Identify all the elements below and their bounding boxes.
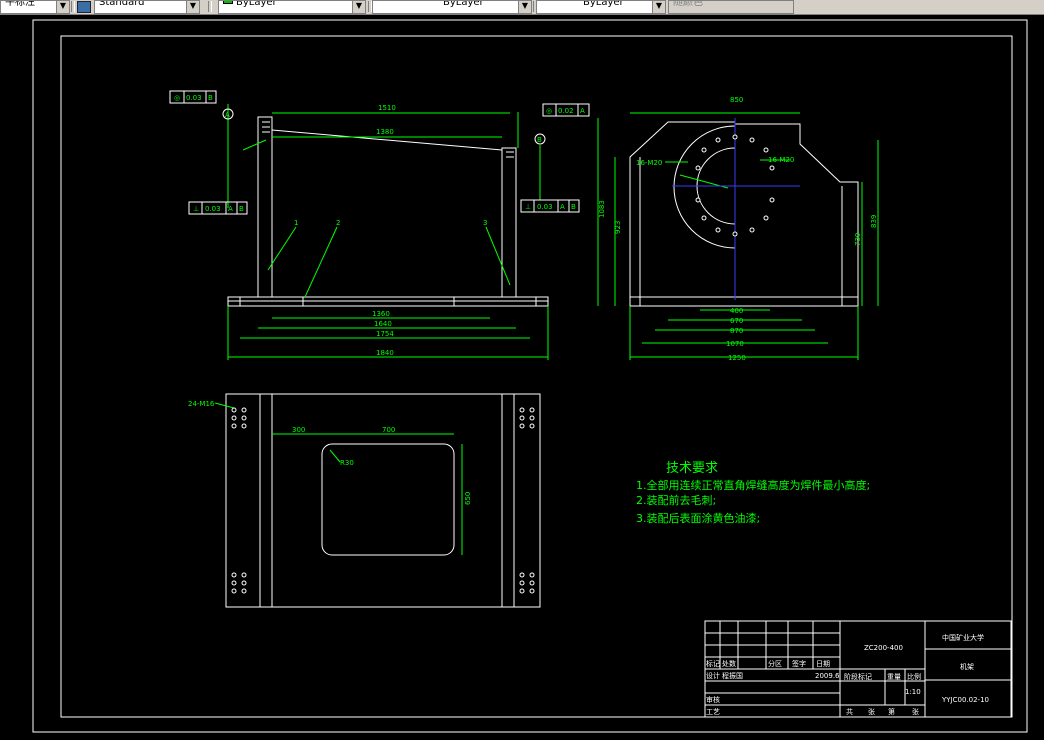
tb-product: ZC200-400 — [864, 644, 903, 652]
tb-school: 中国矿业大学 — [942, 633, 984, 642]
linetype-dropdown[interactable]: ByLayer ▼ — [372, 0, 532, 14]
tech-notes-title: 技术要求 — [666, 461, 718, 476]
tb-zone: 分区 — [768, 659, 782, 668]
tb-design: 设计 — [706, 671, 720, 680]
tb-stage: 阶段标记 — [844, 672, 872, 681]
flatness-symbol-icon: ◎ — [174, 94, 180, 102]
tol-perp-left-ref1: A — [228, 205, 233, 213]
tol-perp-right-ref1: A — [560, 203, 565, 211]
tech-notes: 技术要求 1.全部用连续正常直角焊缝高度为焊件最小高度; 2.装配前去毛刺; 3… — [636, 461, 870, 525]
outer-frame — [32, 19, 1028, 733]
dim-1754: 1754 — [376, 330, 394, 338]
tol-perp-right-ref2: B — [571, 203, 576, 211]
tol-flat-ref: B — [208, 94, 213, 102]
tol-par-ref: A — [580, 107, 585, 115]
tb-page: 第 — [888, 707, 895, 716]
chevron-down-icon[interactable]: ▼ — [518, 1, 531, 13]
tb-design-date: 2009.6 — [815, 672, 840, 680]
front-left-plate — [257, 116, 273, 298]
dim-850: 850 — [730, 96, 743, 104]
perpendicular-symbol-icon: ⊥ — [525, 203, 531, 211]
dim-holes-left: 16-M20 — [636, 159, 662, 167]
tol-perp-left-ref2: B — [239, 205, 244, 213]
tb-total: 共 — [846, 707, 853, 716]
dim-1510: 1510 — [378, 104, 396, 112]
dim-650: 650 — [464, 492, 472, 505]
dim-739: 739 — [854, 233, 862, 246]
plot-style-dropdown[interactable]: 随颜色 — [668, 0, 794, 14]
dim-839: 839 — [870, 215, 878, 228]
tol-par: 0.02 — [558, 107, 574, 115]
lineweight-value: ByLayer — [583, 0, 624, 8]
tb-sheet-unit-1: 张 — [868, 707, 875, 716]
datum-b-label: B — [537, 136, 542, 144]
tb-part-name: 机架 — [960, 662, 974, 671]
tech-note-2: 2.装配前去毛刺; — [636, 493, 716, 507]
front-view — [227, 116, 549, 307]
color-value: ByLayer — [236, 0, 277, 8]
color-swatch-icon — [223, 1, 233, 4]
dim-700: 700 — [382, 426, 395, 434]
lineweight-dropdown[interactable]: ByLayer ▼ — [536, 0, 666, 14]
tol-perp-right: 0.03 — [537, 203, 553, 211]
chevron-down-icon[interactable]: ▼ — [352, 1, 365, 13]
dimension-style-dropdown[interactable]: 牛标注 ▼ — [0, 0, 70, 14]
front-right-plate — [501, 147, 517, 298]
side-view — [629, 121, 859, 307]
tol-flat: 0.03 — [186, 94, 202, 102]
dim-1250: 1250 — [728, 354, 746, 362]
tb-mark: 标记 — [706, 659, 720, 668]
dim-1640: 1640 — [374, 320, 392, 328]
tb-weight: 重量 — [887, 673, 901, 681]
plot-style-value: 随颜色 — [673, 0, 703, 8]
tb-scale: 比例 — [907, 672, 921, 681]
text-style-value: Standard — [99, 0, 145, 8]
part-label-2: 2 — [336, 219, 340, 227]
properties-toolbar: 牛标注 ▼ Standard ▼ ByLayer ▼ ByLayer ▼ ByLa… — [0, 0, 1044, 15]
linetype-value: ByLayer — [443, 0, 484, 8]
perpendicular-symbol-icon: ⊥ — [193, 205, 199, 213]
dim-r30: R30 — [340, 459, 354, 467]
chevron-down-icon[interactable]: ▼ — [56, 1, 69, 13]
dim-1840: 1840 — [376, 349, 394, 357]
dim-1083: 1083 — [598, 200, 606, 218]
toolbar-separator — [71, 1, 75, 12]
tb-signature: 签字 — [792, 659, 806, 668]
side-outline-left — [629, 121, 735, 306]
toolbar-separator — [208, 1, 212, 12]
dim-1070: 1070 — [726, 340, 744, 348]
dim-300: 300 — [292, 426, 305, 434]
tb-scale-value: 1:10 — [905, 688, 921, 696]
part-label-1: 1 — [294, 219, 298, 227]
dim-670: 670 — [730, 317, 743, 325]
chevron-down-icon[interactable]: ▼ — [186, 1, 199, 13]
datum-a-label: A — [225, 111, 230, 119]
tb-date: 日期 — [816, 660, 830, 668]
text-style-icon[interactable] — [77, 1, 91, 13]
part-label-3: 3 — [483, 219, 487, 227]
dim-1380: 1380 — [376, 128, 394, 136]
dim-923: 923 — [614, 221, 622, 234]
dim-24-m16: 24-M16 — [188, 400, 215, 408]
tol-perp-left: 0.03 — [205, 205, 221, 213]
cad-drawing-canvas[interactable]: 1510 1380 1360 1640 1754 1840 1 2 3 850 … — [0, 14, 1044, 740]
center-lines — [672, 118, 800, 300]
chevron-down-icon[interactable]: ▼ — [652, 1, 665, 13]
tb-craft: 工艺 — [706, 708, 720, 716]
dim-400: 400 — [730, 307, 743, 315]
tb-review: 审核 — [706, 695, 720, 704]
color-dropdown[interactable]: ByLayer ▼ — [218, 0, 366, 14]
dim-870: 870 — [730, 327, 743, 335]
tb-count: 处数 — [722, 659, 736, 668]
tech-note-1: 1.全部用连续正常直角焊缝高度为焊件最小高度; — [636, 478, 870, 492]
tb-designer: 程振国 — [722, 671, 743, 680]
text-style-dropdown[interactable]: Standard ▼ — [94, 0, 200, 14]
tb-sheet-unit-2: 张 — [912, 707, 919, 716]
dim-holes-right: 16-M20 — [768, 156, 794, 164]
tech-note-3: 3.装配后表面涂黄色油漆; — [636, 511, 760, 525]
tb-drawing-no: YYJC00.02-10 — [941, 696, 989, 704]
dim-1360: 1360 — [372, 310, 390, 318]
parallel-symbol-icon: ◎ — [546, 107, 552, 115]
